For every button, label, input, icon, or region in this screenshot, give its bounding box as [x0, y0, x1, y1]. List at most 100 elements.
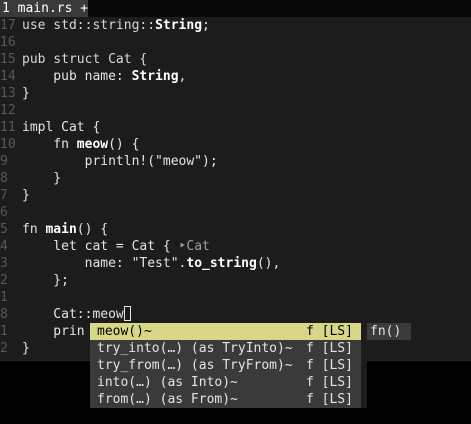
code-token: () { — [76, 222, 109, 237]
completion-item-word: try_into(…) (as TryInto)~ — [97, 341, 293, 356]
code-text: name: "Test".to_string(), — [22, 255, 281, 272]
code-text: pub name: String, — [22, 68, 186, 85]
line-number: 7 — [0, 188, 8, 203]
line-number: 5 — [0, 222, 8, 237]
completion-item-kind: f [LS] — [306, 392, 353, 407]
code-token: () { — [108, 137, 140, 152]
code-text: } — [22, 170, 61, 187]
code-token: to_string — [186, 256, 257, 271]
code-text: impl Cat { — [22, 119, 100, 136]
code-token: use std::string:: — [22, 18, 156, 33]
completion-preview: fn() — [367, 323, 411, 340]
code-token: name: "Test". — [22, 256, 187, 271]
code-text: Cat::meow — [22, 306, 131, 323]
code-line[interactable]: 7} — [0, 187, 30, 204]
line-number: 4 — [0, 239, 8, 254]
tabline-fill — [88, 0, 471, 17]
code-line[interactable]: 16 — [0, 34, 22, 51]
code-line[interactable]: 15 pub struct Cat { — [0, 51, 147, 68]
code-line[interactable]: 14 pub name: String, — [0, 68, 186, 85]
code-token: pub struct Cat { — [22, 52, 148, 67]
code-line[interactable]: 17 use std::string::String; — [0, 17, 210, 34]
code-token: } — [22, 171, 62, 186]
line-number: 10 — [0, 137, 16, 152]
completion-item[interactable]: try_into(…) (as TryInto)~ f [LS] — [90, 340, 361, 357]
code-token: pub name: — [22, 69, 132, 84]
code-token: }; — [22, 273, 69, 288]
code-text: fn meow() { — [22, 136, 139, 153]
code-line[interactable]: 11 impl Cat { — [0, 119, 100, 136]
code-line[interactable]: 4 let cat = Cat { ‣Cat — [0, 238, 210, 255]
code-token: meow — [76, 137, 109, 152]
code-token: println!("meow"); — [22, 154, 218, 169]
completion-item[interactable]: from(…) (as From)~ f [LS] — [90, 391, 361, 408]
line-number: 16 — [0, 35, 16, 50]
code-token: } — [22, 188, 30, 203]
line-number: 1 — [0, 290, 8, 305]
completion-popup-menu[interactable]: meow()~ f [LS] try_into(…) (as TryInto)~ f … — [90, 323, 361, 408]
code-token: (), — [256, 256, 281, 271]
code-token: Cat::meow — [22, 307, 124, 322]
code-token: } — [22, 86, 30, 101]
code-token: fn — [22, 137, 77, 152]
tab-main-rs[interactable]: 1 main.rs + — [0, 0, 94, 17]
code-token: String — [131, 69, 179, 84]
text-cursor — [123, 306, 131, 321]
line-number: 15 — [0, 52, 16, 67]
code-token: fn — [22, 222, 46, 237]
line-number: 6 — [0, 205, 8, 220]
completion-item[interactable]: into(…) (as Into)~ f [LS] — [90, 374, 361, 391]
completion-item-kind: f [LS] — [306, 324, 353, 339]
code-line[interactable]: 1 prin — [0, 323, 85, 340]
completion-item[interactable]: meow()~ f [LS] — [90, 323, 361, 340]
line-number: 2 — [0, 341, 8, 356]
code-text: fn main() { — [22, 221, 108, 238]
completion-item-word: meow()~ — [97, 324, 152, 339]
code-text: pub struct Cat { — [22, 51, 147, 68]
code-line[interactable]: 3 name: "Test".to_string(), — [0, 255, 280, 272]
completion-item-word: from(…) (as From)~ — [97, 392, 238, 407]
line-number: 2 — [0, 273, 8, 288]
line-number: 8 — [0, 307, 8, 322]
line-number: 1 — [0, 324, 8, 339]
code-line[interactable]: 12 — [0, 102, 22, 119]
code-line[interactable]: 2} — [0, 340, 30, 357]
code-text: println!("meow"); — [22, 153, 218, 170]
code-token: , — [178, 69, 187, 84]
line-number: 12 — [0, 103, 16, 118]
code-text: } — [22, 187, 30, 204]
code-token: } — [22, 341, 30, 356]
code-text: } — [22, 85, 30, 102]
code-line[interactable]: 2 }; — [0, 272, 69, 289]
line-number: 17 — [0, 18, 16, 33]
code-token: ; — [202, 18, 210, 33]
code-line[interactable]: 9 println!("meow"); — [0, 153, 218, 170]
code-line[interactable]: 6 — [0, 204, 22, 221]
completion-item-word: try_from(…) (as TryFrom)~ — [97, 358, 293, 373]
line-number: 14 — [0, 69, 16, 84]
line-number: 8 — [0, 171, 8, 186]
code-text: use std::string::String; — [22, 17, 210, 34]
code-line[interactable]: 5 fn main() { — [0, 221, 108, 238]
code-token: main — [45, 222, 77, 237]
code-token: impl Cat { — [22, 120, 101, 135]
code-line[interactable]: 8 } — [0, 170, 61, 187]
code-line[interactable]: 1 — [0, 289, 22, 306]
code-line[interactable]: 13} — [0, 85, 30, 102]
line-number: 11 — [0, 120, 16, 135]
code-text: prin — [22, 323, 84, 340]
code-token: let cat = Cat { — [22, 239, 179, 254]
inlay-type-hint: ‣Cat — [178, 239, 210, 254]
code-text: let cat = Cat { ‣Cat — [22, 238, 210, 255]
tabline: 1 main.rs + — [0, 0, 471, 17]
code-text: } — [22, 340, 30, 357]
code-line[interactable]: 8 Cat::meow — [0, 306, 131, 323]
completion-item-kind: f [LS] — [306, 341, 353, 356]
code-token: String — [155, 18, 203, 33]
completion-item[interactable]: try_from(…) (as TryFrom)~ f [LS] — [90, 357, 361, 374]
code-line[interactable]: 10 fn meow() { — [0, 136, 139, 153]
completion-item-word: into(…) (as Into)~ — [97, 375, 238, 390]
line-number: 13 — [0, 86, 16, 101]
completion-item-kind: f [LS] — [306, 375, 353, 390]
code-text: }; — [22, 272, 69, 289]
